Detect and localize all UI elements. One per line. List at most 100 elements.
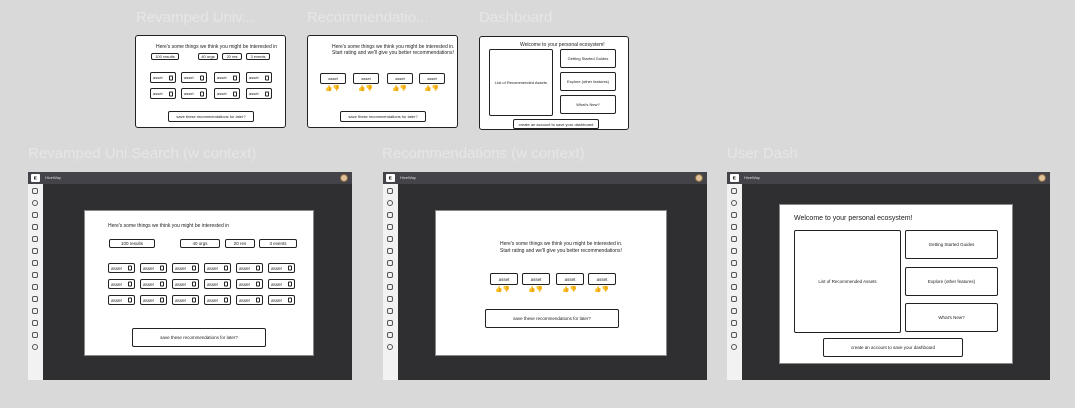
thumbs-rating-icon[interactable]: 👍👎 bbox=[594, 287, 609, 293]
getting-started-card[interactable]: Getting Started Guides bbox=[905, 230, 998, 259]
save-recommendations-button[interactable]: save these recommendations for later? bbox=[340, 111, 426, 122]
thumbs-rating-icon[interactable]: 👍👎 bbox=[325, 86, 340, 92]
bookmark-icon[interactable] bbox=[224, 297, 228, 303]
settings-icon[interactable] bbox=[32, 344, 38, 350]
create-account-button[interactable]: create an account to save your dashboard bbox=[823, 338, 963, 357]
save-recommendations-button[interactable]: save these recommendations for later? bbox=[132, 328, 266, 347]
cloud-icon[interactable] bbox=[387, 248, 393, 254]
bookmark-icon[interactable] bbox=[288, 297, 292, 303]
list-icon[interactable] bbox=[387, 308, 393, 314]
database-icon[interactable] bbox=[731, 296, 737, 302]
filter-results[interactable]: 100 results bbox=[109, 239, 155, 248]
explore-icon[interactable] bbox=[731, 200, 737, 206]
calendar-icon[interactable] bbox=[32, 236, 38, 242]
explore-icon[interactable] bbox=[32, 200, 38, 206]
people-icon[interactable] bbox=[387, 260, 393, 266]
app-frame-search[interactable]: ◧ HiveWay Here's some things we think yo… bbox=[28, 172, 352, 380]
bookmark-icon[interactable] bbox=[160, 281, 164, 287]
cloud-icon[interactable] bbox=[32, 248, 38, 254]
filter-orgs[interactable]: 40 orgs bbox=[198, 53, 218, 60]
asset-card[interactable]: asset bbox=[172, 279, 199, 289]
asset-card[interactable]: asset bbox=[172, 263, 199, 273]
document-icon[interactable] bbox=[387, 212, 393, 218]
asset-card[interactable]: asset bbox=[556, 273, 584, 285]
bookmark-icon[interactable] bbox=[160, 265, 164, 271]
bookmark-icon[interactable] bbox=[224, 265, 228, 271]
asset-card[interactable]: asset bbox=[140, 295, 167, 305]
wireframe-recommendations[interactable]: Here's some things we think you might be… bbox=[307, 35, 458, 128]
tool-icon[interactable] bbox=[387, 284, 393, 290]
logo-icon[interactable]: ◧ bbox=[730, 174, 739, 182]
bookmark-icon[interactable] bbox=[288, 281, 292, 287]
cloud-icon[interactable] bbox=[731, 248, 737, 254]
asset-card[interactable]: asset bbox=[320, 73, 346, 84]
asset-card[interactable]: asset bbox=[236, 279, 263, 289]
avatar[interactable] bbox=[695, 174, 703, 182]
bookmark-icon[interactable] bbox=[200, 91, 204, 96]
thumbs-rating-icon[interactable]: 👍👎 bbox=[358, 86, 373, 92]
briefcase-icon[interactable] bbox=[731, 320, 737, 326]
whats-new-card[interactable]: What's New? bbox=[560, 95, 616, 114]
calendar-icon[interactable] bbox=[731, 236, 737, 242]
database-icon[interactable] bbox=[387, 296, 393, 302]
recommended-assets-list[interactable]: List of Recommended Assets bbox=[489, 49, 553, 116]
thumbs-rating-icon[interactable]: 👍👎 bbox=[528, 287, 543, 293]
asset-card[interactable]: asset bbox=[268, 279, 295, 289]
settings-icon[interactable] bbox=[387, 344, 393, 350]
bookmark-icon[interactable] bbox=[200, 75, 204, 80]
asset-card[interactable]: asset bbox=[204, 279, 231, 289]
bookmark-icon[interactable] bbox=[160, 297, 164, 303]
filter-orgs[interactable]: 40 orgs bbox=[180, 239, 220, 248]
bookmark-icon[interactable] bbox=[169, 75, 173, 80]
bookmark-icon[interactable] bbox=[192, 281, 196, 287]
bookmark-icon[interactable] bbox=[128, 281, 132, 287]
thumbs-rating-icon[interactable]: 👍👎 bbox=[495, 287, 510, 293]
bookmark-icon[interactable] bbox=[256, 265, 260, 271]
app-frame-user-dash[interactable]: ◧ HiveWay Welcome to your personal ecosy… bbox=[727, 172, 1050, 380]
tool-icon[interactable] bbox=[731, 284, 737, 290]
asset-card[interactable]: asset bbox=[204, 263, 231, 273]
user-icon[interactable] bbox=[32, 332, 38, 338]
asset-card[interactable]: asset bbox=[353, 73, 379, 84]
asset-card[interactable]: asset bbox=[108, 279, 135, 289]
asset-card[interactable]: asset bbox=[588, 273, 616, 285]
save-recommendations-button[interactable]: save these recommendations for later? bbox=[168, 111, 254, 122]
filter-events[interactable]: 3 events bbox=[246, 53, 270, 60]
chat-icon[interactable] bbox=[387, 224, 393, 230]
bookmark-icon[interactable] bbox=[224, 281, 228, 287]
wireframe-dashboard[interactable]: Welcome to your personal ecosystem! List… bbox=[479, 36, 629, 130]
chat-icon[interactable] bbox=[731, 224, 737, 230]
filter-results[interactable]: 100 results bbox=[151, 53, 179, 60]
tool-icon[interactable] bbox=[32, 284, 38, 290]
home-icon[interactable] bbox=[387, 188, 393, 194]
bookmark-icon[interactable] bbox=[128, 297, 132, 303]
document-icon[interactable] bbox=[32, 212, 38, 218]
app-frame-recommendations[interactable]: ◧ HiveWay Here's some things we think yo… bbox=[383, 172, 707, 380]
thumbs-rating-icon[interactable]: 👍👎 bbox=[424, 86, 439, 92]
list-icon[interactable] bbox=[731, 308, 737, 314]
bookmark-icon[interactable] bbox=[256, 297, 260, 303]
asset-card[interactable]: asset bbox=[140, 279, 167, 289]
briefcase-icon[interactable] bbox=[387, 320, 393, 326]
wireframe-search[interactable]: Here's some things we think you might be… bbox=[135, 35, 286, 128]
save-recommendations-button[interactable]: save these recommendations for later? bbox=[485, 309, 619, 328]
bookmark-icon[interactable] bbox=[256, 281, 260, 287]
asset-card[interactable]: asset bbox=[236, 263, 263, 273]
folder-icon[interactable] bbox=[32, 272, 38, 278]
settings-icon[interactable] bbox=[731, 344, 737, 350]
home-icon[interactable] bbox=[731, 188, 737, 194]
asset-card[interactable]: asset bbox=[268, 295, 295, 305]
document-icon[interactable] bbox=[731, 212, 737, 218]
asset-card[interactable]: asset bbox=[419, 73, 445, 84]
filter-events[interactable]: 3 events bbox=[259, 239, 297, 248]
explore-card[interactable]: Explore (other features) bbox=[905, 267, 998, 296]
asset-card[interactable]: asset bbox=[150, 88, 176, 99]
asset-card[interactable]: asset bbox=[108, 263, 135, 273]
bookmark-icon[interactable] bbox=[233, 91, 237, 96]
bookmark-icon[interactable] bbox=[169, 91, 173, 96]
bookmark-icon[interactable] bbox=[265, 75, 269, 80]
avatar[interactable] bbox=[1038, 174, 1046, 182]
filter-res[interactable]: 20 res bbox=[222, 53, 242, 60]
asset-card[interactable]: asset bbox=[522, 273, 550, 285]
database-icon[interactable] bbox=[32, 296, 38, 302]
